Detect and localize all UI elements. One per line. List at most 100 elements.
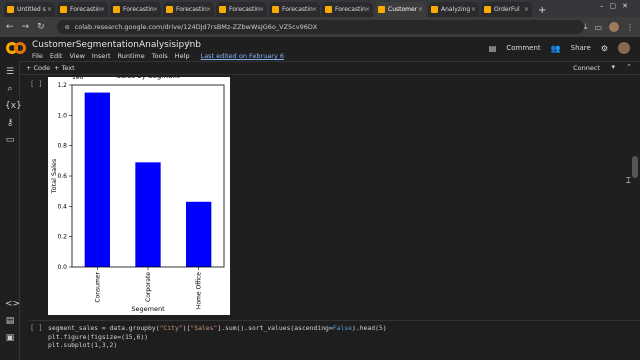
terminal-icon[interactable]: ▣ xyxy=(5,333,15,343)
browser-tab[interactable]: Forecastin × xyxy=(163,2,214,17)
tab-favicon-icon xyxy=(272,6,279,13)
menu-item-file[interactable]: File xyxy=(32,52,43,60)
browser-tab-bar: Untitled s × Forecastin × Forecastin × Forecas… xyxy=(0,0,640,17)
chevron-down-icon[interactable]: ▾ xyxy=(611,63,615,71)
y-offset-label: 1e6 xyxy=(72,77,84,81)
scrollbar-thumb[interactable] xyxy=(632,156,638,178)
code-snippets-icon[interactable]: <> xyxy=(5,299,20,309)
tab-close-icon[interactable]: × xyxy=(471,6,476,13)
back-icon[interactable]: ← xyxy=(6,22,14,32)
star-icon[interactable]: ☆ xyxy=(185,39,193,49)
tab-close-icon[interactable]: × xyxy=(259,6,264,13)
tab-title: Forecastin xyxy=(229,6,260,13)
browser-tab[interactable]: Forecastin × xyxy=(110,2,161,17)
share-button[interactable]: Share xyxy=(571,44,591,52)
browser-menu-icon[interactable]: ⋮ xyxy=(626,23,634,32)
browser-tab[interactable]: Forecastin × xyxy=(322,2,373,17)
output-cell-bracket[interactable]: [ ] xyxy=(30,80,43,88)
tab-close-icon[interactable]: × xyxy=(206,6,211,13)
bar-consumer xyxy=(84,92,110,267)
tab-close-icon[interactable]: × xyxy=(365,6,370,13)
add-text-button[interactable]: + Text xyxy=(54,64,75,72)
files-folder-icon[interactable]: ▭ xyxy=(5,135,15,145)
x-tick-label: Consumer xyxy=(94,271,101,302)
tab-title: Forecastin xyxy=(70,6,101,13)
y-axis-label: Total Sales xyxy=(50,158,58,194)
command-palette-icon[interactable]: ▤ xyxy=(5,316,15,326)
tab-favicon-icon xyxy=(166,6,173,13)
code-token: segment_sales = data.groupby( xyxy=(48,324,160,332)
tab-favicon-icon xyxy=(325,6,332,13)
code-string: "Sales" xyxy=(190,324,218,332)
code-cell-bracket[interactable]: [ ] xyxy=(30,324,43,332)
url-field[interactable]: ⊜ colab.research.google.com/drive/124DJd… xyxy=(56,20,584,34)
menu-item-insert[interactable]: Insert xyxy=(92,52,111,60)
variables-icon[interactable]: {x} xyxy=(5,101,22,111)
comment-icon[interactable]: ▤ xyxy=(489,44,497,53)
forward-icon[interactable]: → xyxy=(22,22,30,32)
notebook-title[interactable]: CustomerSegmentationAnalysisipynb xyxy=(32,40,201,50)
tab-close-icon[interactable]: × xyxy=(100,6,105,13)
tab-favicon-icon xyxy=(60,6,67,13)
code-string: "City" xyxy=(159,324,183,332)
code-line: plt.subplot(1,3,2) xyxy=(48,341,118,349)
bar-home-office xyxy=(186,201,212,267)
code-token: ].sum().sort_values(ascending= xyxy=(217,324,333,332)
menu-item-tools[interactable]: Tools xyxy=(152,52,168,60)
browser-tab[interactable]: Customer × xyxy=(375,2,426,17)
menu-item-view[interactable]: View xyxy=(69,52,84,60)
site-info-icon[interactable]: ⊜ xyxy=(65,24,70,31)
collapse-up-icon[interactable]: ⌃ xyxy=(626,63,632,71)
tab-title: Forecastin xyxy=(335,6,366,13)
extensions-icon[interactable]: ▭ xyxy=(594,23,602,32)
tab-title: Customer xyxy=(388,6,418,13)
browser-tab[interactable]: Untitled s × xyxy=(4,2,55,17)
url-text: colab.research.google.com/drive/124DJd7r… xyxy=(74,23,318,31)
colab-logo-icon[interactable] xyxy=(6,42,26,54)
user-avatar[interactable] xyxy=(618,42,630,54)
new-tab-button[interactable]: + xyxy=(538,5,546,16)
tab-favicon-icon xyxy=(484,6,491,13)
y-tick-label: 0.4 xyxy=(57,203,67,210)
address-bar: ← → ↻ ⊜ colab.research.google.com/drive/… xyxy=(0,17,640,37)
last-edited-link[interactable]: Last edited on February 6 xyxy=(201,52,284,60)
tab-close-icon[interactable]: × xyxy=(153,6,158,13)
tab-close-icon[interactable]: × xyxy=(524,6,529,13)
menu-item-edit[interactable]: Edit xyxy=(50,52,63,60)
browser-tab[interactable]: Forecastin × xyxy=(216,2,267,17)
tab-favicon-icon xyxy=(7,6,14,13)
y-tick-label: 0.2 xyxy=(57,234,67,241)
tab-close-icon[interactable]: × xyxy=(418,6,423,13)
share-icon[interactable]: 👥 xyxy=(551,44,561,53)
profile-avatar[interactable] xyxy=(609,22,619,32)
code-editor[interactable]: segment_sales = data.groupby("City")["Sa… xyxy=(48,324,387,350)
reload-icon[interactable]: ↻ xyxy=(37,22,45,32)
tab-close-icon[interactable]: × xyxy=(47,6,52,13)
chart-title: Sales by Segment xyxy=(116,77,179,80)
browser-tab[interactable]: Forecastin × xyxy=(57,2,108,17)
browser-tab[interactable]: Analyzing × xyxy=(428,2,479,17)
y-tick-label: 0.8 xyxy=(57,143,67,150)
colab-header: CustomerSegmentationAnalysisipynb ☆ File… xyxy=(0,37,640,61)
download-icon[interactable]: ⤓ xyxy=(584,22,588,32)
browser-tab[interactable]: Forecastin × xyxy=(269,2,320,17)
tab-title: Forecastin xyxy=(176,6,207,13)
secrets-key-icon[interactable]: ⚷ xyxy=(5,118,15,128)
menu-bar: File Edit View Insert Runtime Tools Help Last e… xyxy=(32,52,284,60)
browser-tab[interactable]: OrderFul × xyxy=(481,2,532,17)
settings-gear-icon[interactable]: ⚙ xyxy=(601,44,608,53)
menu-item-runtime[interactable]: Runtime xyxy=(118,52,145,60)
add-code-button[interactable]: + Code xyxy=(26,64,50,72)
code-keyword: False xyxy=(332,324,352,332)
menu-item-help[interactable]: Help xyxy=(175,52,190,60)
tab-title: Forecastin xyxy=(123,6,154,13)
x-tick-label: Corporate xyxy=(145,272,152,302)
search-icon[interactable]: ⌕ xyxy=(5,84,15,94)
table-of-contents-icon[interactable]: ☰ xyxy=(5,67,15,77)
x-axis-label: Segement xyxy=(131,305,165,313)
tab-favicon-icon xyxy=(431,6,438,13)
tab-close-icon[interactable]: × xyxy=(312,6,317,13)
window-controls[interactable]: –▢✕ xyxy=(600,2,634,10)
connect-button[interactable]: Connect xyxy=(573,64,600,72)
comment-button[interactable]: Comment xyxy=(506,44,540,52)
